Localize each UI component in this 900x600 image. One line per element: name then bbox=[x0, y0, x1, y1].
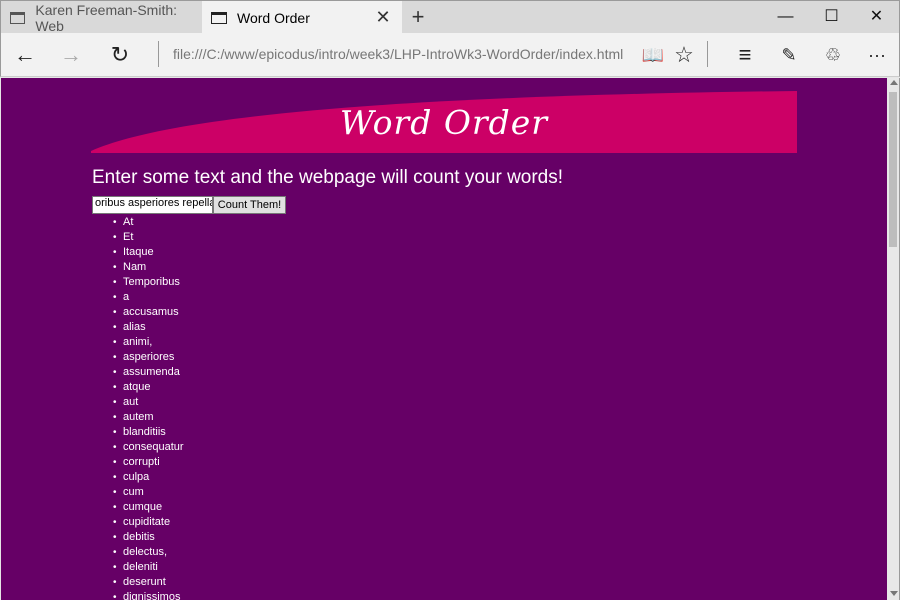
word-list-item: culpa bbox=[113, 470, 184, 485]
word-list-item: asperiores bbox=[113, 350, 184, 365]
close-tab-icon[interactable]: ✕ bbox=[374, 8, 392, 26]
word-list-item: blanditiis bbox=[113, 425, 184, 440]
scroll-up-arrow-icon[interactable] bbox=[890, 80, 898, 85]
page-viewport: Word Order Enter some text and the webpa… bbox=[1, 78, 887, 600]
back-button[interactable]: ← bbox=[9, 39, 41, 71]
word-list-item: cum bbox=[113, 485, 184, 500]
intro-text: Enter some text and the webpage will cou… bbox=[92, 167, 564, 188]
word-list-item: deleniti bbox=[113, 560, 184, 575]
vertical-scrollbar[interactable] bbox=[887, 78, 900, 600]
minimize-button[interactable]: — bbox=[763, 1, 808, 33]
web-note-icon[interactable]: ✎ bbox=[773, 39, 805, 71]
word-list-item: accusamus bbox=[113, 305, 184, 320]
page-icon bbox=[211, 11, 227, 24]
word-list-item: corrupti bbox=[113, 455, 184, 470]
reading-view-icon[interactable]: 📖 bbox=[637, 39, 669, 71]
word-list-item: cumque bbox=[113, 500, 184, 515]
count-them-button[interactable]: Count Them! bbox=[213, 196, 286, 214]
share-icon[interactable]: ♲ bbox=[817, 39, 849, 71]
word-list-item: debitis bbox=[113, 530, 184, 545]
more-icon[interactable]: ··· bbox=[861, 39, 893, 71]
refresh-button[interactable]: ↻ bbox=[104, 39, 136, 71]
text-input[interactable]: oribus asperiores repellat bbox=[92, 196, 213, 214]
maximize-button[interactable]: ☐ bbox=[809, 1, 854, 33]
word-list-item: Temporibus bbox=[113, 275, 184, 290]
tab-word-order[interactable]: Word Order ✕ bbox=[202, 1, 402, 34]
word-list-item: Et bbox=[113, 230, 184, 245]
word-list-item: a bbox=[113, 290, 184, 305]
favorite-star-icon[interactable]: ☆ bbox=[668, 39, 700, 71]
tab-title: Karen Freeman-Smith: Web bbox=[35, 1, 178, 34]
word-list-item: autem bbox=[113, 410, 184, 425]
word-list-item: delectus, bbox=[113, 545, 184, 560]
forward-button[interactable]: → bbox=[55, 39, 87, 71]
word-list-item: At bbox=[113, 215, 184, 230]
word-list-item: Itaque bbox=[113, 245, 184, 260]
tab-karen-freeman-smith[interactable]: Karen Freeman-Smith: Web bbox=[1, 1, 202, 34]
word-list-item: consequatur bbox=[113, 440, 184, 455]
word-list-item: cupiditate bbox=[113, 515, 184, 530]
scroll-down-arrow-icon[interactable] bbox=[890, 591, 898, 596]
word-list-item: alias bbox=[113, 320, 184, 335]
address-bar: ← → ↻ file:///C:/www/epicodus/intro/week… bbox=[0, 33, 900, 77]
word-list-item: Nam bbox=[113, 260, 184, 275]
hub-icon[interactable]: ≡ bbox=[729, 39, 761, 71]
word-list-item: assumenda bbox=[113, 365, 184, 380]
divider bbox=[707, 41, 708, 67]
page-title: Word Order bbox=[339, 103, 549, 142]
word-list-item: deserunt bbox=[113, 575, 184, 590]
word-list-item: dignissimos bbox=[113, 590, 184, 600]
word-list: AtEtItaqueNamTemporibusaaccusamusaliasan… bbox=[113, 215, 184, 600]
new-tab-button[interactable]: + bbox=[406, 5, 430, 29]
word-list-item: aut bbox=[113, 395, 184, 410]
page-icon bbox=[10, 11, 26, 24]
url-field[interactable]: file:///C:/www/epicodus/intro/week3/LHP-… bbox=[173, 46, 623, 62]
tab-bar: Karen Freeman-Smith: Web Word Order ✕ + … bbox=[0, 0, 900, 34]
word-list-item: atque bbox=[113, 380, 184, 395]
title-banner: Word Order bbox=[91, 91, 797, 153]
word-list-item: animi, bbox=[113, 335, 184, 350]
tab-title: Word Order bbox=[237, 9, 310, 26]
divider bbox=[158, 41, 159, 67]
close-window-button[interactable]: ✕ bbox=[854, 1, 899, 33]
scroll-thumb[interactable] bbox=[889, 92, 897, 247]
